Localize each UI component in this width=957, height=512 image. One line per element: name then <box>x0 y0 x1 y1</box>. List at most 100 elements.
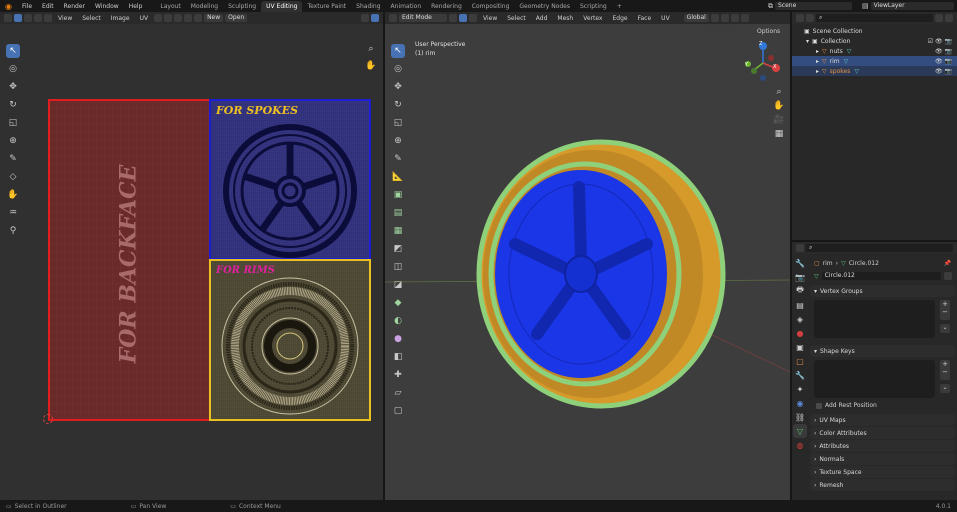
menu-help[interactable]: Help <box>124 3 148 10</box>
scene-selector[interactable]: ⧉ Scene <box>768 2 852 10</box>
move-tool-icon[interactable]: ✥ <box>6 80 20 94</box>
filter-icon[interactable] <box>935 14 943 22</box>
scene-collection-row[interactable]: ▣ Scene Collection <box>792 26 957 36</box>
expand-chevron-icon[interactable]: ▸ <box>816 68 819 75</box>
edge-select-icon[interactable] <box>24 14 32 22</box>
uv-menu-uv[interactable]: UV <box>136 15 153 22</box>
tab-compositing[interactable]: Compositing <box>467 1 515 12</box>
uv-maps-panel-header[interactable]: › UV Maps <box>810 414 955 426</box>
menu-file[interactable]: File <box>17 3 37 10</box>
uv-menu-view[interactable]: View <box>54 15 76 22</box>
add-shape-key-button[interactable]: + − <box>940 360 950 380</box>
select-box-tool-icon[interactable]: ↖ <box>6 44 20 58</box>
editor-type-icon[interactable] <box>4 14 12 22</box>
mesh-data-tab-icon[interactable]: ▽ <box>793 424 807 438</box>
shape-keys-list[interactable]: + − ⌄ <box>810 358 955 400</box>
material-tab-icon[interactable]: ◍ <box>793 438 807 452</box>
pivot-icon[interactable] <box>154 14 163 22</box>
proportional-icon[interactable] <box>184 14 193 22</box>
mesh-browse-icon[interactable]: ▽ <box>814 273 819 280</box>
spokes-island[interactable] <box>209 99 371 260</box>
add-rest-checkbox[interactable] <box>816 402 822 409</box>
vertex-group-menu-icon[interactable]: ⌄ <box>940 324 950 333</box>
uv-select-mode-icon[interactable] <box>14 14 22 22</box>
snap-icon[interactable] <box>174 14 183 22</box>
rim-mesh[interactable] <box>495 170 667 378</box>
cursor-tool-icon[interactable]: ◎ <box>6 62 20 76</box>
shape-keys-panel-header[interactable]: ▾ Shape Keys <box>810 345 955 357</box>
item-visibility-icon[interactable]: 👁 📷 <box>935 68 952 75</box>
vertex-groups-panel-header[interactable]: ▾ Vertex Groups <box>810 285 955 297</box>
tab-sculpting[interactable]: Sculpting <box>223 1 261 12</box>
shape-key-menu-icon[interactable]: ⌄ <box>940 384 950 393</box>
constraints-tab-icon[interactable]: ⛓ <box>793 410 807 424</box>
normals-panel-header[interactable]: › Normals <box>810 453 955 465</box>
uv-menu-select[interactable]: Select <box>78 15 105 22</box>
particles-tab-icon[interactable]: ✦ <box>793 382 807 396</box>
tab-rendering[interactable]: Rendering <box>426 1 467 12</box>
scene-tab-icon[interactable]: ◈ <box>793 312 807 326</box>
rip-tool-icon[interactable]: ◇ <box>6 170 20 184</box>
transform-tool-icon[interactable]: ⊕ <box>6 134 20 148</box>
render-tab-icon[interactable]: 📷 <box>793 270 807 284</box>
menu-edit[interactable]: Edit <box>37 3 59 10</box>
pin-icon[interactable] <box>361 14 369 22</box>
view-layer-selector[interactable]: ▤ ViewLayer <box>862 2 954 10</box>
outliner-editor-icon[interactable] <box>796 14 804 22</box>
tool-tab-icon[interactable]: 🔧 <box>793 256 807 270</box>
add-workspace-button[interactable]: + <box>612 1 627 12</box>
zoom-icon[interactable]: ⌕ <box>365 43 377 55</box>
blender-logo-icon[interactable]: ◉ <box>0 2 17 11</box>
modifier-tab-icon[interactable]: 🔧 <box>793 368 807 382</box>
uv-canvas[interactable]: FOR BACKFACE FOR SPOKES FOR RIMS <box>48 99 372 421</box>
properties-editor-icon[interactable] <box>796 244 804 252</box>
2d-cursor-icon[interactable] <box>43 414 53 424</box>
physics-tab-icon[interactable]: ◉ <box>793 396 807 410</box>
pan-hand-icon[interactable]: ✋ <box>365 60 377 72</box>
tab-scripting[interactable]: Scripting <box>575 1 612 12</box>
rims-island[interactable] <box>209 259 371 421</box>
view-layer-name[interactable]: ViewLayer <box>870 2 954 10</box>
expand-chevron-icon[interactable]: ▸ <box>816 58 819 65</box>
mesh-name-field[interactable]: Circle.012 <box>821 272 941 280</box>
view-layer-tab-icon[interactable]: ▤ <box>793 298 807 312</box>
tab-animation[interactable]: Animation <box>386 1 427 12</box>
annotate-tool-icon[interactable]: ✎ <box>6 152 20 166</box>
outliner-search-input[interactable]: ⌕ <box>816 14 933 22</box>
tab-shading[interactable]: Shading <box>351 1 385 12</box>
vertex-groups-list[interactable]: + − ⌄ <box>810 298 955 344</box>
properties-search-input[interactable]: ⌕ <box>806 244 953 252</box>
relax-tool-icon[interactable]: ♒ <box>6 206 20 220</box>
output-tab-icon[interactable]: 🖶 <box>793 284 807 298</box>
rotate-tool-icon[interactable]: ↻ <box>6 98 20 112</box>
item-visibility-icon[interactable]: 👁 📷 <box>935 58 952 65</box>
collection-row[interactable]: ▾ ▣ Collection ☑ 👁 📷 <box>792 36 957 46</box>
remesh-panel-header[interactable]: › Remesh <box>810 479 955 491</box>
world-tab-icon[interactable]: ● <box>793 326 807 340</box>
outliner-item-rim[interactable]: ▸ ▽ rim ▽ 👁 📷 <box>792 56 957 66</box>
uv-menu-image[interactable]: Image <box>107 15 134 22</box>
grab-tool-icon[interactable]: ✋ <box>6 188 20 202</box>
tab-texture-paint[interactable]: Texture Paint <box>302 1 351 12</box>
tab-uv-editing[interactable]: UV Editing <box>261 0 303 12</box>
outliner-item-nuts[interactable]: ▸ ▽ nuts ▽ 👁 📷 <box>792 46 957 56</box>
collection-visibility-icon[interactable]: ☑ 👁 📷 <box>928 38 952 45</box>
scale-tool-icon[interactable]: ◱ <box>6 116 20 130</box>
viewport-3d[interactable]: Edit Mode View Select Add Mesh Vertex Ed… <box>385 12 790 500</box>
add-vertex-group-button[interactable]: + − <box>940 300 950 320</box>
color-attributes-panel-header[interactable]: › Color Attributes <box>810 427 955 439</box>
expand-chevron-icon[interactable]: ▸ <box>816 48 819 55</box>
mesh-view[interactable] <box>385 12 790 500</box>
attributes-panel-header[interactable]: › Attributes <box>810 440 955 452</box>
new-collection-icon[interactable] <box>945 14 953 22</box>
menu-window[interactable]: Window <box>90 3 124 10</box>
pinch-tool-icon[interactable]: ⚲ <box>6 224 20 238</box>
pin-properties-icon[interactable]: 📌 <box>944 260 951 267</box>
item-visibility-icon[interactable]: 👁 📷 <box>935 48 952 55</box>
display-mode-icon[interactable] <box>806 14 814 22</box>
add-rest-position-row[interactable]: Add Rest Position <box>810 400 955 411</box>
outliner-item-spokes[interactable]: ▸ ▽ spokes ▽ 👁 📷 <box>792 66 957 76</box>
open-image-button[interactable]: Open <box>225 14 248 22</box>
uv-sync-icon[interactable] <box>164 14 173 22</box>
tab-layout[interactable]: Layout <box>155 1 185 12</box>
